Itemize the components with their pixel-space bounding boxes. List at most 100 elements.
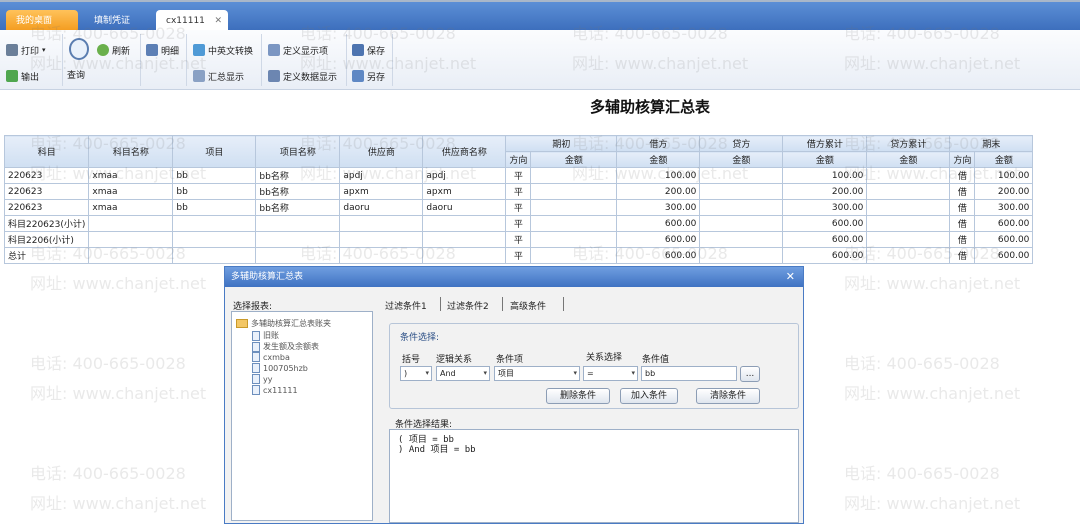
col-header[interactable]: 科目 bbox=[3, 135, 90, 168]
table-cell[interactable]: 600.00 bbox=[974, 215, 1034, 232]
col-header[interactable]: 科目名称 bbox=[88, 135, 174, 168]
table-cell[interactable]: 220623 bbox=[3, 183, 90, 200]
col-subheader[interactable]: 金额 bbox=[974, 151, 1034, 168]
tab-cx11111[interactable]: cx11111 ✕ bbox=[156, 10, 228, 32]
table-cell[interactable] bbox=[699, 215, 784, 232]
table-cell[interactable]: 平 bbox=[505, 231, 532, 248]
table-cell[interactable]: xmaa bbox=[88, 199, 174, 216]
table-cell[interactable]: 借 bbox=[949, 183, 976, 200]
col-subheader[interactable]: 方向 bbox=[949, 151, 976, 168]
table-cell[interactable]: apdj bbox=[339, 167, 424, 184]
tree-item[interactable]: yy bbox=[252, 374, 272, 384]
col-header[interactable]: 项目 bbox=[172, 135, 257, 168]
col-subheader[interactable]: 方向 bbox=[505, 151, 532, 168]
table-row[interactable]: 总计平 600.00 600.00 借 600.00 bbox=[3, 247, 1034, 264]
table-cell[interactable]: 300.00 bbox=[782, 199, 868, 216]
col-subheader[interactable]: 金额 bbox=[616, 151, 701, 168]
table-cell[interactable] bbox=[866, 183, 951, 200]
table-cell[interactable]: 平 bbox=[505, 167, 532, 184]
table-cell[interactable]: 平 bbox=[505, 215, 532, 232]
table-cell[interactable]: 200.00 bbox=[782, 183, 868, 200]
table-cell[interactable]: apdj bbox=[422, 167, 507, 184]
table-cell[interactable] bbox=[255, 215, 341, 232]
col-header[interactable]: 借方 bbox=[616, 135, 701, 152]
condition-result-box[interactable]: ( 项目 = bb ) And 项目 = bb bbox=[389, 429, 799, 523]
table-cell[interactable] bbox=[88, 215, 174, 232]
tree-item[interactable]: 旧账 bbox=[252, 330, 279, 341]
define-display-button[interactable]: 定义显示项 bbox=[268, 42, 328, 58]
table-cell[interactable]: 借 bbox=[949, 215, 976, 232]
item-select[interactable]: 项目 ▾ bbox=[494, 366, 580, 381]
table-cell[interactable] bbox=[530, 247, 618, 264]
table-cell[interactable]: 600.00 bbox=[782, 231, 868, 248]
table-cell[interactable] bbox=[699, 167, 784, 184]
table-cell[interactable] bbox=[339, 231, 424, 248]
table-cell[interactable]: 600.00 bbox=[782, 215, 868, 232]
close-icon[interactable]: ✕ bbox=[786, 267, 795, 287]
col-header[interactable]: 期初 bbox=[505, 135, 618, 152]
define-data-display-button[interactable]: 定义数据显示 bbox=[268, 68, 337, 84]
table-cell[interactable]: 借 bbox=[949, 247, 976, 264]
col-subheader[interactable]: 金额 bbox=[530, 151, 618, 168]
table-cell[interactable]: bb名称 bbox=[255, 167, 341, 184]
table-cell[interactable] bbox=[255, 231, 341, 248]
summary-display-button[interactable]: 汇总显示 bbox=[193, 68, 244, 84]
table-cell[interactable]: 100.00 bbox=[782, 167, 868, 184]
table-cell[interactable]: 300.00 bbox=[974, 199, 1034, 216]
logic-select[interactable]: And ▾ bbox=[436, 366, 490, 381]
table-cell[interactable] bbox=[530, 167, 618, 184]
table-cell[interactable] bbox=[699, 231, 784, 248]
table-cell[interactable]: 300.00 bbox=[616, 199, 701, 216]
table-cell[interactable]: 借 bbox=[949, 231, 976, 248]
table-cell[interactable]: apxm bbox=[422, 183, 507, 200]
table-cell[interactable]: 平 bbox=[505, 183, 532, 200]
table-cell[interactable]: daoru bbox=[339, 199, 424, 216]
table-cell[interactable]: 600.00 bbox=[782, 247, 868, 264]
tab-my-desktop[interactable]: 我的桌面 bbox=[6, 10, 78, 32]
table-cell[interactable] bbox=[422, 247, 507, 264]
table-cell[interactable] bbox=[339, 247, 424, 264]
col-header[interactable]: 贷方累计 bbox=[866, 135, 951, 152]
table-cell[interactable] bbox=[866, 247, 951, 264]
table-cell[interactable] bbox=[88, 247, 174, 264]
table-row[interactable]: 220623 xmaa bb bb名称 daoru daoru 平 300.00 300.00 借… bbox=[3, 199, 1034, 216]
table-cell[interactable]: bb名称 bbox=[255, 199, 341, 216]
table-cell[interactable] bbox=[422, 215, 507, 232]
tree-item[interactable]: cx11111 bbox=[252, 385, 298, 395]
table-cell[interactable]: 科目2206(小计) bbox=[3, 231, 90, 248]
table-cell[interactable] bbox=[255, 247, 341, 264]
detail-button[interactable]: 明细 bbox=[146, 42, 179, 58]
table-cell[interactable]: 200.00 bbox=[974, 183, 1034, 200]
table-cell[interactable]: 220623 bbox=[3, 199, 90, 216]
col-subheader[interactable]: 金额 bbox=[699, 151, 784, 168]
col-subheader[interactable]: 金额 bbox=[782, 151, 868, 168]
add-condition-button[interactable]: 加入条件 bbox=[620, 388, 678, 404]
table-cell[interactable]: bb bbox=[172, 183, 257, 200]
output-button[interactable]: 输出 bbox=[6, 68, 39, 84]
more-button[interactable]: ... bbox=[740, 366, 760, 382]
table-cell[interactable] bbox=[699, 199, 784, 216]
col-subheader[interactable]: 金额 bbox=[866, 151, 951, 168]
relation-select[interactable]: = ▾ bbox=[583, 366, 638, 381]
table-cell[interactable]: 200.00 bbox=[616, 183, 701, 200]
table-cell[interactable]: bb bbox=[172, 167, 257, 184]
table-cell[interactable] bbox=[339, 215, 424, 232]
table-cell[interactable] bbox=[172, 231, 257, 248]
tree-item[interactable]: 发生额及余额表 bbox=[252, 341, 319, 352]
table-cell[interactable] bbox=[172, 215, 257, 232]
table-cell[interactable] bbox=[699, 247, 784, 264]
delete-condition-button[interactable]: 删除条件 bbox=[546, 388, 610, 404]
table-cell[interactable]: 600.00 bbox=[974, 231, 1034, 248]
table-cell[interactable] bbox=[88, 231, 174, 248]
table-cell[interactable]: 借 bbox=[949, 199, 976, 216]
col-header[interactable]: 供应商 bbox=[339, 135, 424, 168]
report-tree[interactable]: 多辅助核算汇总表账夹 旧账 发生额及余额表 cxmba 100705hzb yy cx11… bbox=[231, 311, 373, 521]
tree-item[interactable]: 100705hzb bbox=[252, 363, 308, 373]
table-cell[interactable] bbox=[530, 199, 618, 216]
table-cell[interactable] bbox=[699, 183, 784, 200]
table-cell[interactable] bbox=[172, 247, 257, 264]
table-cell[interactable]: 600.00 bbox=[974, 247, 1034, 264]
table-cell[interactable]: 220623 bbox=[3, 167, 90, 184]
col-header[interactable]: 供应商名称 bbox=[422, 135, 507, 168]
tab-filter-2[interactable]: 过滤条件2 bbox=[447, 299, 489, 312]
